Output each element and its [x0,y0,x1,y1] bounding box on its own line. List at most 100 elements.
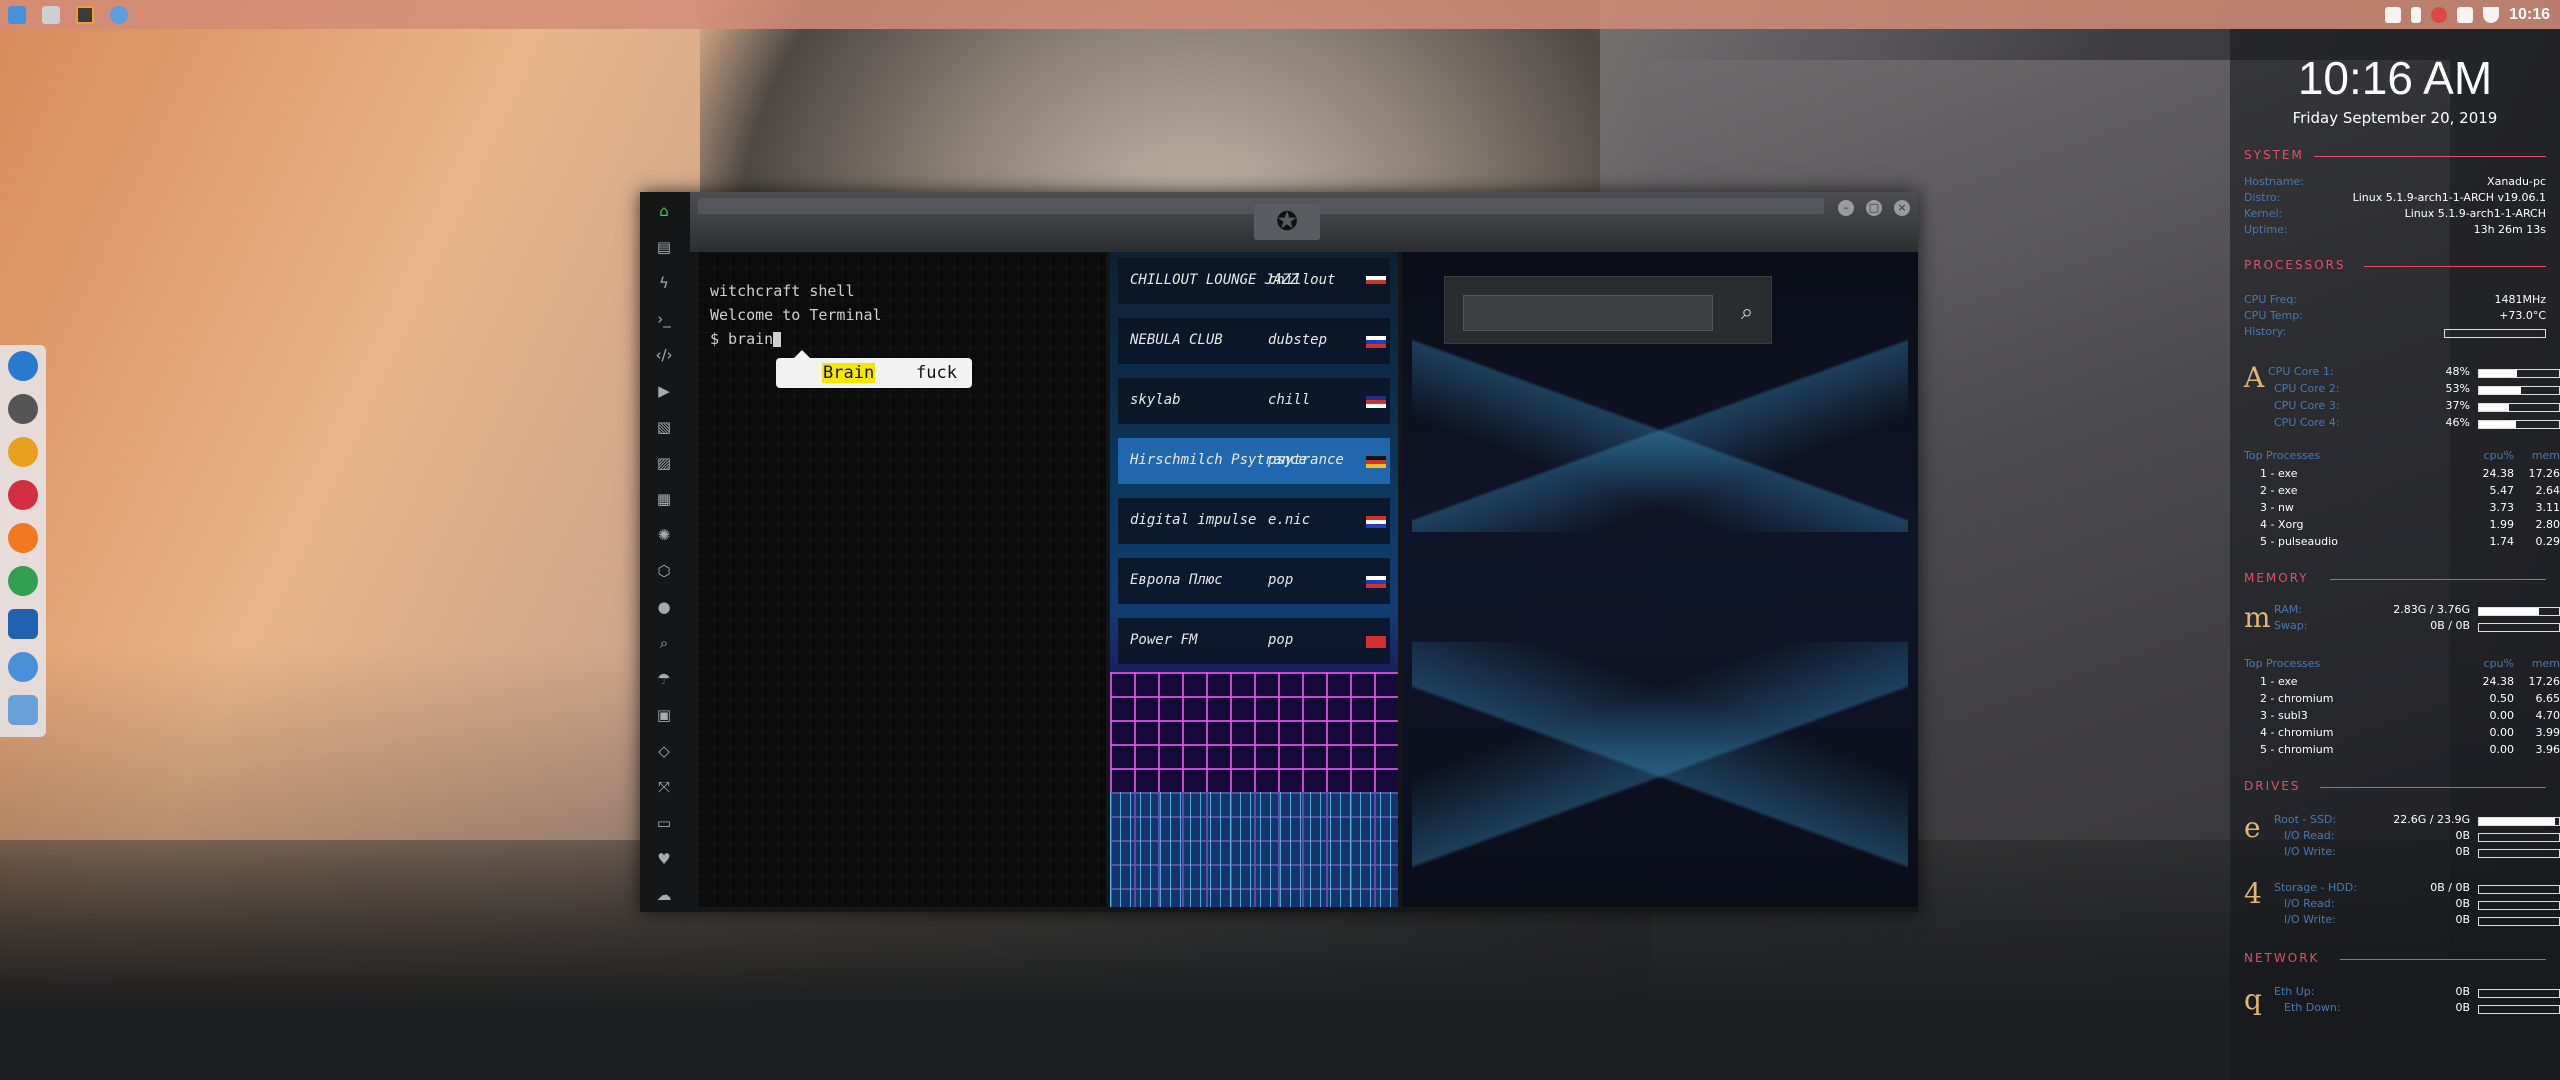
search-icon[interactable]: ⌕ [655,634,673,652]
search-input[interactable] [1463,295,1713,331]
screenshot-tray-icon[interactable] [2385,6,2402,23]
translate-icon[interactable]: ▧ [655,418,673,436]
station-item[interactable]: digital impulse e.nic [1118,498,1390,544]
money-icon[interactable] [8,394,38,424]
station-item[interactable]: skylab chill [1118,378,1390,424]
screenshot-icon[interactable] [8,609,38,639]
retro-grid-background [1110,792,1398,907]
station-genre: pop [1268,572,1294,588]
update-icon[interactable] [2431,6,2448,23]
process-row: 1 - exe 24.38 17.26 [2260,467,2560,480]
rebel-logo-icon[interactable]: ✪ [1254,204,1320,240]
cpu-core-row: CPU Core 1: 48% [2244,365,2560,381]
files-icon[interactable] [8,351,38,381]
io-write-row: I/O Write: 0B [2244,845,2560,861]
cpu-top-header: Top Processes cpu% mem [2244,449,2560,462]
close-button[interactable]: × [1894,200,1910,216]
station-item[interactable]: Power FM pop [1118,618,1390,664]
terminal-launcher[interactable] [34,0,68,29]
play-icon[interactable]: ▶ [655,382,673,400]
station-item[interactable]: CHILLOUT LOUNGE JAZZ chillout [1118,258,1390,304]
io-read-row: I/O Read: 0B [2244,829,2560,845]
wifi-icon[interactable] [2483,6,2500,23]
terminal-prompt[interactable]: $ brain [710,330,782,348]
globe-icon[interactable]: ● [655,598,673,616]
minimize-button[interactable]: – [1838,200,1854,216]
terminal-line: Welcome to Terminal [710,306,882,324]
process-row: 2 - exe 5.47 2.64 [2260,484,2560,497]
suggestion-highlight[interactable]: Brain [822,363,876,383]
newspaper-icon[interactable]: ▦ [655,490,673,508]
chromium-icon[interactable] [8,652,38,682]
system-monitor-icon[interactable] [8,566,38,596]
search-box: ⌕ [1444,276,1772,344]
autocomplete-popup[interactable]: Brain fuck [776,350,972,388]
atom-icon[interactable]: ✺ [655,526,673,544]
section-divider [2364,266,2546,267]
document-icon[interactable]: ▤ [655,238,673,256]
hexagon-icon[interactable]: ⬡ [655,562,673,580]
title-bar: – □ × ✪ [690,192,1918,252]
file-manager-icon [8,5,26,24]
root-ssd-row: Root - SSD: 22.6G / 23.9G [2244,813,2560,829]
system-tray: 10:16 [2385,0,2560,29]
swap-bar [2478,623,2560,632]
station-genre: dubstep [1268,332,1328,348]
terminal-icon[interactable]: ›_ [655,310,673,328]
heart-icon[interactable]: ♥ [655,850,673,868]
umbrella-icon[interactable]: ☂ [655,670,673,688]
search-button[interactable]: ⌕ [1729,295,1765,331]
contact-icon[interactable]: ▣ [655,706,673,724]
stacer-icon[interactable] [8,523,38,553]
panel-clock[interactable]: 10:16 [2509,6,2550,24]
cpu-core-row: CPU Core 3: 37% [2244,399,2560,415]
file-manager-launcher[interactable] [0,0,34,29]
dock [0,345,46,737]
station-item[interactable]: Hirschmilch Psytrance psytrance [1118,438,1390,484]
youtube-icon[interactable]: ▭ [655,814,673,832]
volume-icon[interactable] [2457,6,2474,23]
bolt-icon[interactable]: ϟ [655,274,673,292]
station-genre: chillout [1268,272,1336,288]
section-divider [2314,156,2546,157]
terminal-icon [42,5,60,24]
system-section-title: SYSTEM [2244,148,2304,162]
expand-icon[interactable]: ⤧ [655,778,673,796]
home-icon[interactable]: ⌂ [655,202,673,220]
image-icon[interactable]: ▨ [655,454,673,472]
settings-icon[interactable] [8,437,38,467]
cpu-core-bar [2478,403,2560,412]
network-section-title: NETWORK [2244,951,2320,965]
process-row: 4 - Xorg 1.99 2.80 [2260,518,2560,531]
chromium-launcher[interactable] [102,0,136,29]
kernel-row: Kernel: Linux 5.1.9-arch1-1-ARCH [2244,207,2546,220]
processors-section-title: PROCESSORS [2244,258,2346,272]
sublime-launcher[interactable] [68,0,102,29]
maximize-button[interactable]: □ [1866,200,1882,216]
station-item[interactable]: NEBULA CLUB dubstep [1118,318,1390,364]
section-divider [2330,579,2546,580]
swap-row: Swap: 0B / 0B [2244,619,2560,635]
process-row: 4 - chromium 0.00 3.99 [2260,726,2560,739]
network-icon[interactable]: ◇ [655,742,673,760]
cpu-core-row: CPU Core 2: 53% [2244,382,2560,398]
cpu-core-bar [2478,386,2560,395]
station-genre: chill [1268,392,1311,408]
terminal-pane[interactable]: witchcraft shell Welcome to Terminal $ b… [698,252,1106,907]
flag-icon [1366,396,1386,408]
flag-icon [1366,576,1386,588]
cpu-core-bar [2478,369,2560,378]
cloud-icon[interactable]: ☁ [655,886,673,904]
conky-panel: 10:16 AM Friday September 20, 2019 SYSTE… [2230,29,2560,1080]
vivaldi-icon[interactable] [8,480,38,510]
terminal-line: witchcraft shell [710,282,855,300]
bluetooth-icon[interactable] [2411,6,2422,23]
cpu-history-row: History: [2244,325,2546,341]
section-divider [2340,959,2546,960]
web-icon[interactable] [8,695,38,725]
suggestion-text[interactable]: fuck [916,363,957,383]
station-item[interactable]: Европа Плюс pop [1118,558,1390,604]
process-row: 1 - exe 24.38 17.26 [2260,675,2560,688]
station-genre: psytrance [1268,452,1344,468]
code-icon[interactable]: ‹/› [655,346,673,364]
